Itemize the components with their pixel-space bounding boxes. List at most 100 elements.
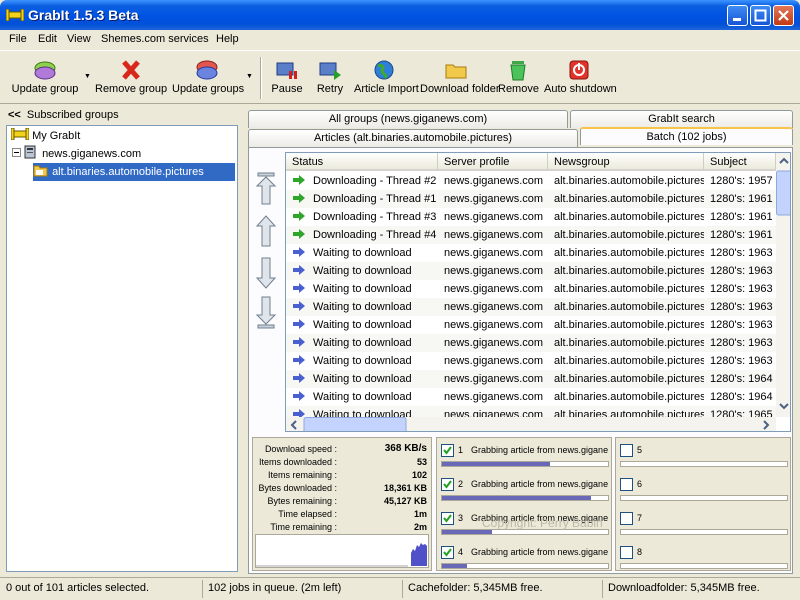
collapse-toggle-icon[interactable]: [12, 148, 21, 157]
thread-enable-checkbox[interactable]: [441, 512, 454, 525]
thread-number: 6: [637, 479, 643, 489]
batch-queue-table[interactable]: Status Server profile Newsgroup Subject …: [285, 152, 791, 432]
table-row[interactable]: Downloading - Thread #3 news.giganews.com…: [286, 208, 776, 226]
table-row[interactable]: Downloading - Thread #1 news.giganews.com…: [286, 190, 776, 208]
table-row[interactable]: Downloading - Thread #2 news.giganews.com…: [286, 172, 776, 190]
tree-item-my-grabit[interactable]: My GrabIt: [10, 127, 80, 145]
subscribed-groups-tree[interactable]: My GrabIt news.giganews.com alt.binaries…: [6, 125, 238, 572]
minimize-icon: [733, 18, 741, 21]
cell-text: Waiting to download: [313, 283, 412, 295]
folder-icon: [445, 64, 467, 79]
table-row[interactable]: Waiting to download news.giganews.com alt.…: [286, 370, 776, 388]
column-header-server-profile[interactable]: Server profile: [438, 153, 548, 171]
table-cell-server: news.giganews.com: [438, 280, 548, 298]
minimize-button[interactable]: [727, 5, 748, 26]
menu-file[interactable]: File: [9, 33, 27, 45]
thread-progress-bar: [620, 529, 788, 535]
vertical-scrollbar[interactable]: [776, 153, 790, 417]
table-row[interactable]: Downloading - Thread #4 news.giganews.com…: [286, 226, 776, 244]
close-icon: [778, 10, 789, 21]
menu-view[interactable]: View: [67, 33, 91, 45]
stat-label: Time elapsed :: [278, 509, 337, 519]
horizontal-scrollbar[interactable]: [286, 417, 776, 431]
menu-help[interactable]: Help: [216, 33, 239, 45]
table-cell-server: news.giganews.com: [438, 316, 548, 334]
column-header-subject[interactable]: Subject: [704, 153, 776, 171]
cell-text: 1280's: 1961: [710, 211, 773, 223]
maximize-button[interactable]: [750, 5, 771, 26]
stat-value: 1m: [413, 509, 427, 519]
table-row[interactable]: Waiting to download news.giganews.com alt.…: [286, 352, 776, 370]
thread-enable-checkbox[interactable]: [620, 478, 633, 491]
update-groups-button[interactable]: Update groups: [172, 55, 244, 101]
table-cell-subject: 1280's: 1963: [704, 316, 776, 334]
tree-item-group[interactable]: alt.binaries.automobile.pictures: [33, 163, 235, 181]
pause-button[interactable]: Pause: [268, 55, 306, 101]
tab-grabit-search[interactable]: GrabIt search: [570, 110, 793, 128]
table-row[interactable]: Waiting to download news.giganews.com alt.…: [286, 244, 776, 262]
status-cachefolder: Cachefolder: 5,345MB free.: [408, 582, 543, 594]
close-button[interactable]: [773, 5, 794, 26]
thread-progress-bar: [441, 495, 609, 501]
tab-articles[interactable]: Articles (alt.binaries.automobile.pictur…: [248, 129, 578, 147]
stat-label: Items downloaded :: [258, 457, 337, 467]
retry-button[interactable]: Retry: [312, 55, 348, 101]
table-row[interactable]: Waiting to download news.giganews.com alt.…: [286, 388, 776, 406]
table-row[interactable]: Waiting to download news.giganews.com alt.…: [286, 298, 776, 316]
status-separator: [602, 580, 603, 598]
column-header-newsgroup[interactable]: Newsgroup: [548, 153, 704, 171]
update-groups-dropdown-icon[interactable]: ▼: [246, 73, 253, 80]
remove-button[interactable]: Remove: [498, 55, 539, 101]
cell-text: news.giganews.com: [444, 193, 544, 205]
table-row[interactable]: Waiting to download news.giganews.com alt.…: [286, 334, 776, 352]
cell-text: news.giganews.com: [444, 247, 544, 259]
move-up-icon[interactable]: [255, 214, 277, 248]
table-row[interactable]: Waiting to download news.giganews.com alt.…: [286, 316, 776, 334]
collapse-button[interactable]: <<: [8, 109, 21, 121]
waiting-arrow-icon: [293, 283, 305, 293]
cell-text: news.giganews.com: [444, 337, 544, 349]
menu-shemes-services[interactable]: Shemes.com services: [101, 33, 209, 45]
table-cell-server: news.giganews.com: [438, 298, 548, 316]
move-to-top-icon[interactable]: [255, 172, 277, 206]
table-row[interactable]: Waiting to download news.giganews.com alt.…: [286, 262, 776, 280]
cell-text: news.giganews.com: [444, 391, 544, 403]
stat-label: Time remaining :: [270, 522, 337, 532]
move-down-icon[interactable]: [255, 256, 277, 290]
table-cell-server: news.giganews.com: [438, 262, 548, 280]
tab-all-groups[interactable]: All groups (news.giganews.com): [248, 110, 568, 128]
table-cell-status: Downloading - Thread #2: [286, 172, 438, 190]
thread-enable-checkbox[interactable]: [620, 546, 633, 559]
thread-enable-checkbox[interactable]: [441, 444, 454, 457]
cell-text: news.giganews.com: [444, 355, 544, 367]
table-cell-group: alt.binaries.automobile.pictures: [548, 352, 704, 370]
download-thread-7: 7: [620, 512, 788, 544]
move-to-bottom-icon[interactable]: [255, 295, 277, 329]
table-row[interactable]: Waiting to download news.giganews.com alt.…: [286, 280, 776, 298]
thread-enable-checkbox[interactable]: [441, 478, 454, 491]
menu-edit[interactable]: Edit: [38, 33, 57, 45]
column-header-status[interactable]: Status: [286, 153, 438, 171]
cell-text: Waiting to download: [313, 373, 412, 385]
update-group-button[interactable]: Update group: [8, 55, 82, 101]
tab-batch[interactable]: Batch (102 jobs): [580, 127, 793, 145]
auto-shutdown-button[interactable]: Auto shutdown: [544, 55, 617, 101]
tree-item-server[interactable]: news.giganews.com: [23, 145, 141, 163]
update-group-dropdown-icon[interactable]: ▼: [84, 73, 91, 80]
stat-value: 45,127 KB: [383, 496, 427, 506]
thread-enable-checkbox[interactable]: [441, 546, 454, 559]
cell-text: news.giganews.com: [444, 175, 544, 187]
table-cell-group: alt.binaries.automobile.pictures: [548, 298, 704, 316]
status-queue: 102 jobs in queue. (2m left): [208, 582, 342, 594]
thread-enable-checkbox[interactable]: [620, 512, 633, 525]
thread-number: 7: [637, 513, 643, 523]
cell-text: 1280's: 1963: [710, 355, 773, 367]
table-cell-status: Waiting to download: [286, 244, 438, 262]
cell-text: Downloading - Thread #1: [313, 193, 437, 205]
article-import-button[interactable]: Article Import: [354, 55, 419, 101]
remove-group-button[interactable]: Remove group: [95, 55, 167, 101]
table-cell-subject: 1280's: 1963: [704, 244, 776, 262]
download-folder-button[interactable]: Download folder: [420, 55, 500, 101]
thread-enable-checkbox[interactable]: [620, 444, 633, 457]
cell-text: news.giganews.com: [444, 229, 544, 241]
